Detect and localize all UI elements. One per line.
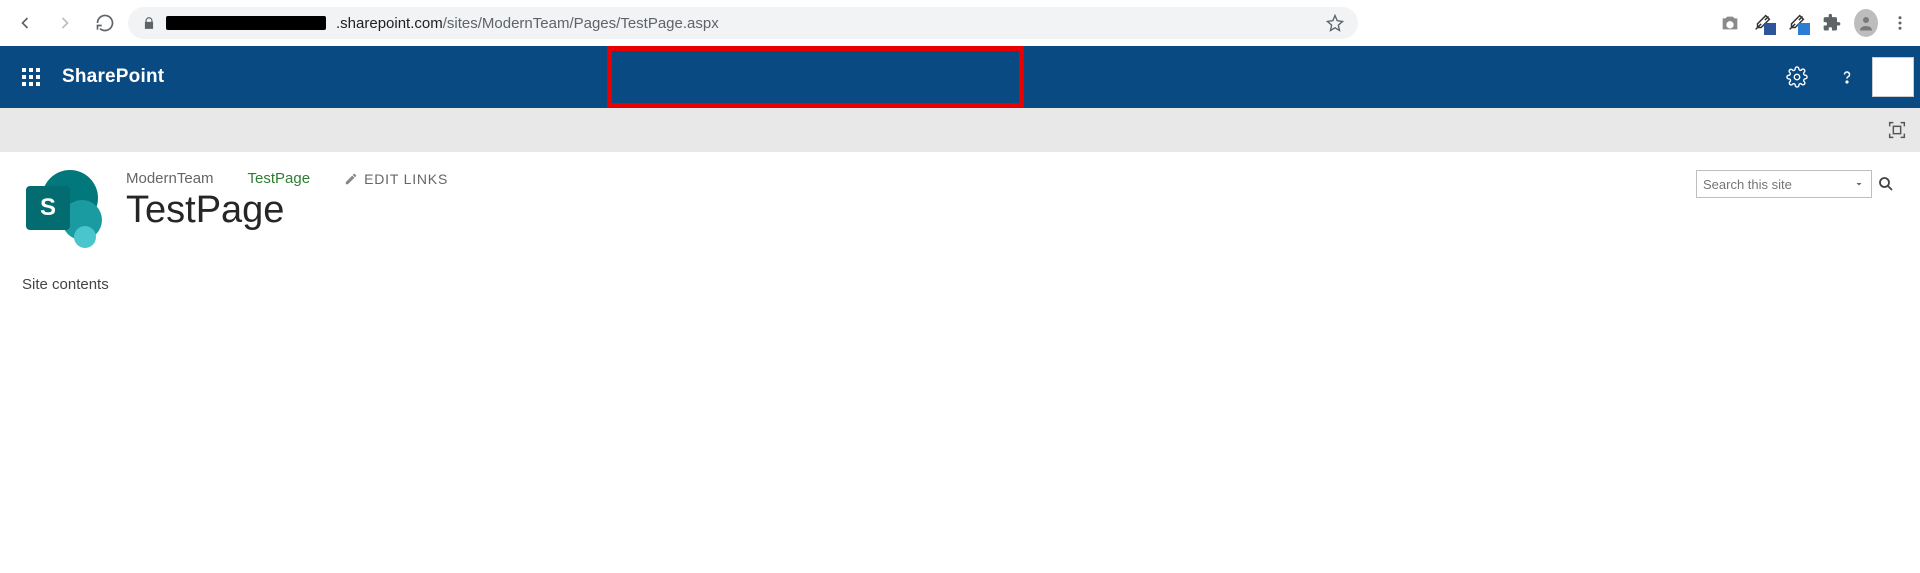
address-bar[interactable]: .sharepoint.com/sites/ModernTeam/Pages/T… [128,7,1358,39]
extensions-puzzle-icon[interactable] [1820,11,1844,35]
search-input[interactable] [1703,177,1833,192]
suite-right [1772,46,1920,108]
breadcrumb-page[interactable]: TestPage [248,170,311,187]
search-area [1696,170,1900,198]
leftnav-item-site-contents[interactable]: Site contents [22,276,1920,293]
reload-button[interactable] [88,6,122,40]
browser-right-icons [1718,11,1912,35]
site-logo[interactable]: S [22,170,100,242]
search-box[interactable] [1696,170,1872,198]
forward-button[interactable] [48,6,82,40]
suite-bar: SharePoint [0,46,1920,108]
profile-avatar-icon[interactable] [1854,11,1878,35]
eyedropper-extension-icon-2[interactable] [1786,11,1810,35]
site-logo-letter: S [26,186,70,230]
camera-extension-icon[interactable] [1718,11,1742,35]
annotation-highlight-box [607,46,1024,108]
breadcrumb-site[interactable]: ModernTeam [126,170,214,187]
eyedropper-extension-icon-1[interactable] [1752,11,1776,35]
edit-links-button[interactable]: EDIT LINKS [344,171,448,187]
app-launcher-icon[interactable] [0,68,62,86]
redacted-domain [166,16,326,30]
focus-mode-icon[interactable] [1886,119,1908,141]
browser-toolbar: .sharepoint.com/sites/ModernTeam/Pages/T… [0,0,1920,46]
search-scope-chevron-icon[interactable] [1853,178,1865,190]
edit-links-label: EDIT LINKS [364,171,448,187]
settings-gear-icon[interactable] [1772,46,1822,108]
lock-icon [142,16,156,30]
chrome-menu-icon[interactable] [1888,11,1912,35]
bookmark-star-icon[interactable] [1326,14,1344,32]
page-title: TestPage [126,189,448,232]
left-navigation: Site contents [0,248,1920,293]
suite-brand[interactable]: SharePoint [62,66,164,88]
page-header: S ModernTeam TestPage EDIT LINKS TestPag… [0,152,1920,248]
suite-profile-button[interactable] [1872,57,1914,97]
url-display: .sharepoint.com/sites/ModernTeam/Pages/T… [336,15,719,32]
command-strip [0,108,1920,152]
pencil-icon [344,172,358,186]
search-submit-button[interactable] [1872,170,1900,198]
back-button[interactable] [8,6,42,40]
help-icon[interactable] [1822,46,1872,108]
breadcrumb: ModernTeam TestPage EDIT LINKS [126,170,448,187]
